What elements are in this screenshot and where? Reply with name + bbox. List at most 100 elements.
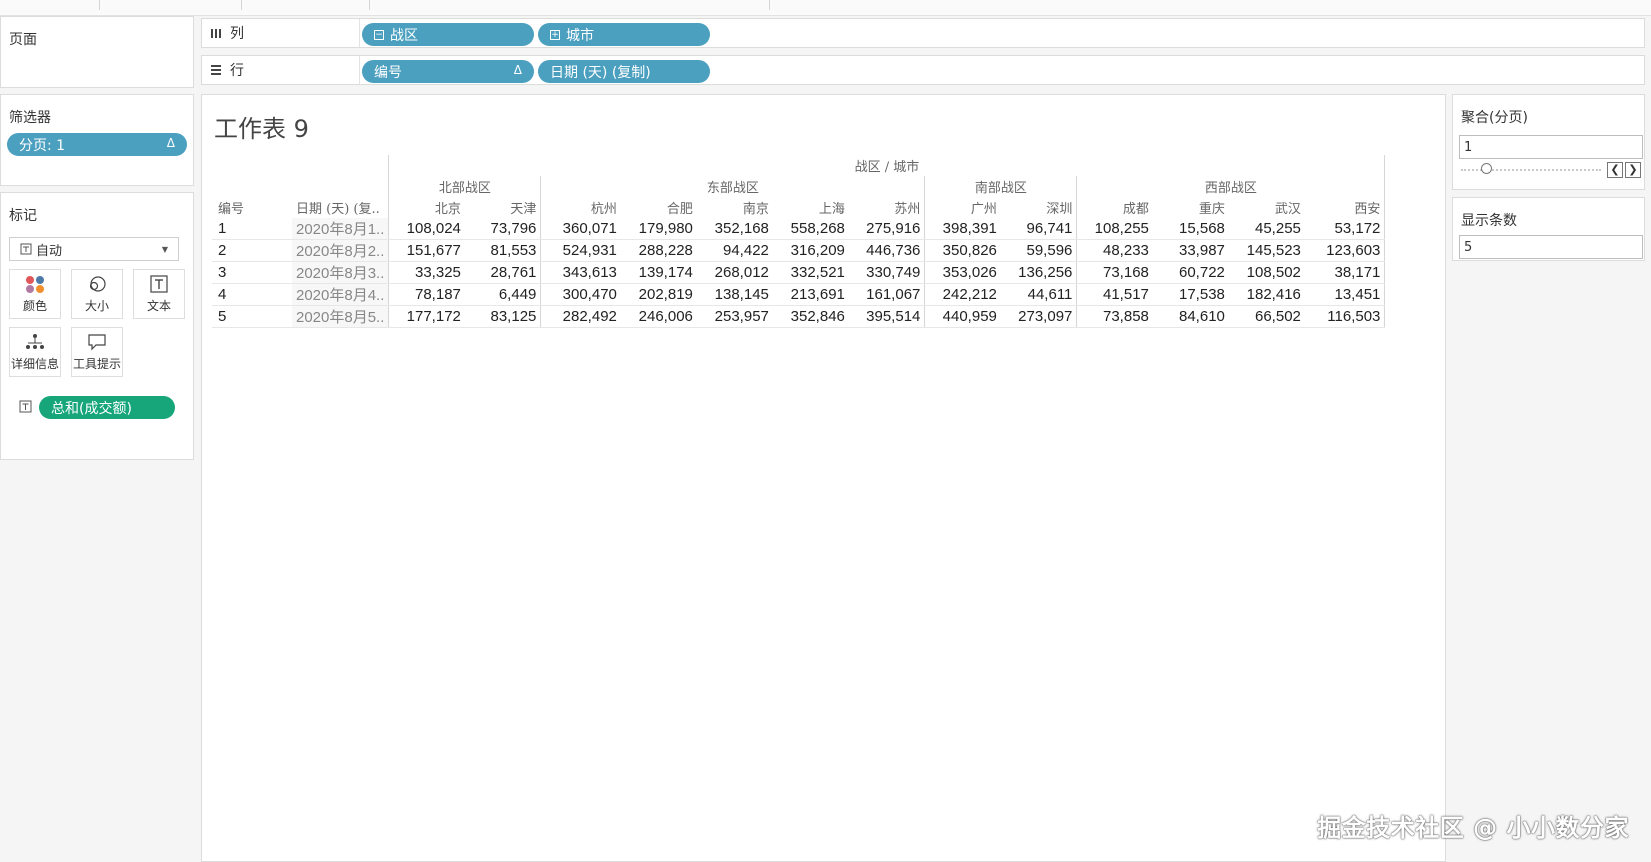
- value-cell[interactable]: 352,846: [772, 305, 849, 328]
- mark-color-button[interactable]: 颜色: [9, 269, 61, 319]
- prev-page-button[interactable]: ❮: [1607, 162, 1623, 178]
- value-cell[interactable]: 108,255: [1076, 218, 1153, 240]
- row-id-cell[interactable]: 4: [212, 283, 292, 306]
- row-id-cell[interactable]: 1: [212, 218, 292, 240]
- value-cell[interactable]: 17,538: [1152, 283, 1229, 306]
- value-cell[interactable]: 28,761: [464, 261, 541, 284]
- value-cell[interactable]: 73,858: [1076, 305, 1153, 328]
- value-cell[interactable]: 66,502: [1228, 305, 1305, 328]
- column-pill-city[interactable]: + 城市: [538, 23, 710, 46]
- page-slider-thumb[interactable]: [1481, 163, 1492, 174]
- display-count-input[interactable]: 5: [1459, 235, 1643, 259]
- mark-tooltip-button[interactable]: 工具提示: [71, 327, 123, 377]
- value-cell[interactable]: 136,256: [1000, 261, 1077, 284]
- row-date-cell[interactable]: 2020年8月3..: [292, 261, 389, 284]
- value-cell[interactable]: 268,012: [696, 261, 773, 284]
- value-cell[interactable]: 353,026: [924, 261, 1001, 284]
- value-cell[interactable]: 558,268: [772, 218, 849, 240]
- value-cell[interactable]: 44,611: [1000, 283, 1077, 306]
- collapse-icon[interactable]: −: [374, 29, 384, 40]
- row-id-cell[interactable]: 2: [212, 239, 292, 262]
- value-cell[interactable]: 116,503: [1304, 305, 1386, 328]
- value-cell[interactable]: 316,209: [772, 239, 849, 262]
- row-pill-id[interactable]: 编号 Δ: [362, 60, 534, 83]
- value-cell[interactable]: 139,174: [620, 261, 697, 284]
- row-id-cell[interactable]: 5: [212, 305, 292, 328]
- row-date-cell[interactable]: 2020年8月5..: [292, 305, 389, 328]
- value-cell[interactable]: 288,228: [620, 239, 697, 262]
- value-cell[interactable]: 108,502: [1228, 261, 1305, 284]
- value-cell[interactable]: 213,691: [772, 283, 849, 306]
- value-cell[interactable]: 138,145: [696, 283, 773, 306]
- expand-icon[interactable]: +: [550, 29, 560, 40]
- value-cell[interactable]: 13,451: [1304, 283, 1386, 306]
- table-row[interactable]: 5 2020年8月5.. 177,172 83,125 282,492 246,006 25…: [212, 305, 1386, 328]
- mark-text-button[interactable]: 文本: [133, 269, 185, 319]
- value-cell[interactable]: 182,416: [1228, 283, 1305, 306]
- value-cell[interactable]: 246,006: [620, 305, 697, 328]
- value-cell[interactable]: 94,422: [696, 239, 773, 262]
- value-cell[interactable]: 108,024: [388, 218, 465, 240]
- mark-detail-button[interactable]: 详细信息: [9, 327, 61, 377]
- value-cell[interactable]: 96,741: [1000, 218, 1077, 240]
- table-row[interactable]: 1 2020年8月1.. 108,024 73,796 360,071 179,980 35…: [212, 218, 1386, 240]
- value-cell[interactable]: 300,470: [540, 283, 621, 306]
- value-cell[interactable]: 177,172: [388, 305, 465, 328]
- value-cell[interactable]: 73,796: [464, 218, 541, 240]
- value-cell[interactable]: 253,957: [696, 305, 773, 328]
- column-pill-region[interactable]: − 战区: [362, 23, 534, 46]
- filters-title: 筛选器: [9, 110, 51, 126]
- value-cell[interactable]: 398,391: [924, 218, 1001, 240]
- row-date-cell[interactable]: 2020年8月1..: [292, 218, 389, 240]
- row-date-cell[interactable]: 2020年8月4..: [292, 283, 389, 306]
- value-cell[interactable]: 6,449: [464, 283, 541, 306]
- value-cell[interactable]: 84,610: [1152, 305, 1229, 328]
- value-cell[interactable]: 73,168: [1076, 261, 1153, 284]
- value-cell[interactable]: 151,677: [388, 239, 465, 262]
- mark-size-button[interactable]: 大小: [71, 269, 123, 319]
- value-cell[interactable]: 343,613: [540, 261, 621, 284]
- value-cell[interactable]: 360,071: [540, 218, 621, 240]
- value-cell[interactable]: 161,067: [848, 283, 925, 306]
- value-cell[interactable]: 330,749: [848, 261, 925, 284]
- value-cell[interactable]: 78,187: [388, 283, 465, 306]
- row-id-cell[interactable]: 3: [212, 261, 292, 284]
- filter-pill-page[interactable]: 分页: 1 Δ: [7, 133, 187, 156]
- value-cell[interactable]: 123,603: [1304, 239, 1386, 262]
- value-cell[interactable]: 242,212: [924, 283, 1001, 306]
- value-cell[interactable]: 352,168: [696, 218, 773, 240]
- value-cell[interactable]: 332,521: [772, 261, 849, 284]
- value-cell[interactable]: 202,819: [620, 283, 697, 306]
- row-pill-date[interactable]: 日期 (天) (复制): [538, 60, 710, 83]
- value-cell[interactable]: 145,523: [1228, 239, 1305, 262]
- table-row[interactable]: 2 2020年8月2.. 151,677 81,553 524,931 288,228 94…: [212, 239, 1386, 262]
- value-cell[interactable]: 395,514: [848, 305, 925, 328]
- value-cell[interactable]: 48,233: [1076, 239, 1153, 262]
- value-cell[interactable]: 83,125: [464, 305, 541, 328]
- value-cell[interactable]: 45,255: [1228, 218, 1305, 240]
- value-cell[interactable]: 273,097: [1000, 305, 1077, 328]
- value-cell[interactable]: 524,931: [540, 239, 621, 262]
- mark-type-dropdown[interactable]: 自动 ▼: [9, 237, 179, 261]
- value-cell[interactable]: 81,553: [464, 239, 541, 262]
- value-cell[interactable]: 282,492: [540, 305, 621, 328]
- value-cell[interactable]: 53,172: [1304, 218, 1386, 240]
- next-page-button[interactable]: ❯: [1625, 162, 1641, 178]
- value-cell[interactable]: 33,987: [1152, 239, 1229, 262]
- row-date-cell[interactable]: 2020年8月2..: [292, 239, 389, 262]
- value-cell[interactable]: 38,171: [1304, 261, 1386, 284]
- value-cell[interactable]: 350,826: [924, 239, 1001, 262]
- value-cell[interactable]: 41,517: [1076, 283, 1153, 306]
- marks-field-pill[interactable]: 总和(成交额): [39, 396, 175, 419]
- value-cell[interactable]: 59,596: [1000, 239, 1077, 262]
- aggregate-page-input[interactable]: 1: [1459, 135, 1643, 159]
- value-cell[interactable]: 15,568: [1152, 218, 1229, 240]
- table-row[interactable]: 3 2020年8月3.. 33,325 28,761 343,613 139,174 268…: [212, 261, 1386, 284]
- value-cell[interactable]: 179,980: [620, 218, 697, 240]
- value-cell[interactable]: 446,736: [848, 239, 925, 262]
- value-cell[interactable]: 60,722: [1152, 261, 1229, 284]
- value-cell[interactable]: 33,325: [388, 261, 465, 284]
- value-cell[interactable]: 440,959: [924, 305, 1001, 328]
- value-cell[interactable]: 275,916: [848, 218, 925, 240]
- table-row[interactable]: 4 2020年8月4.. 78,187 6,449 300,470 202,819 138,…: [212, 283, 1386, 306]
